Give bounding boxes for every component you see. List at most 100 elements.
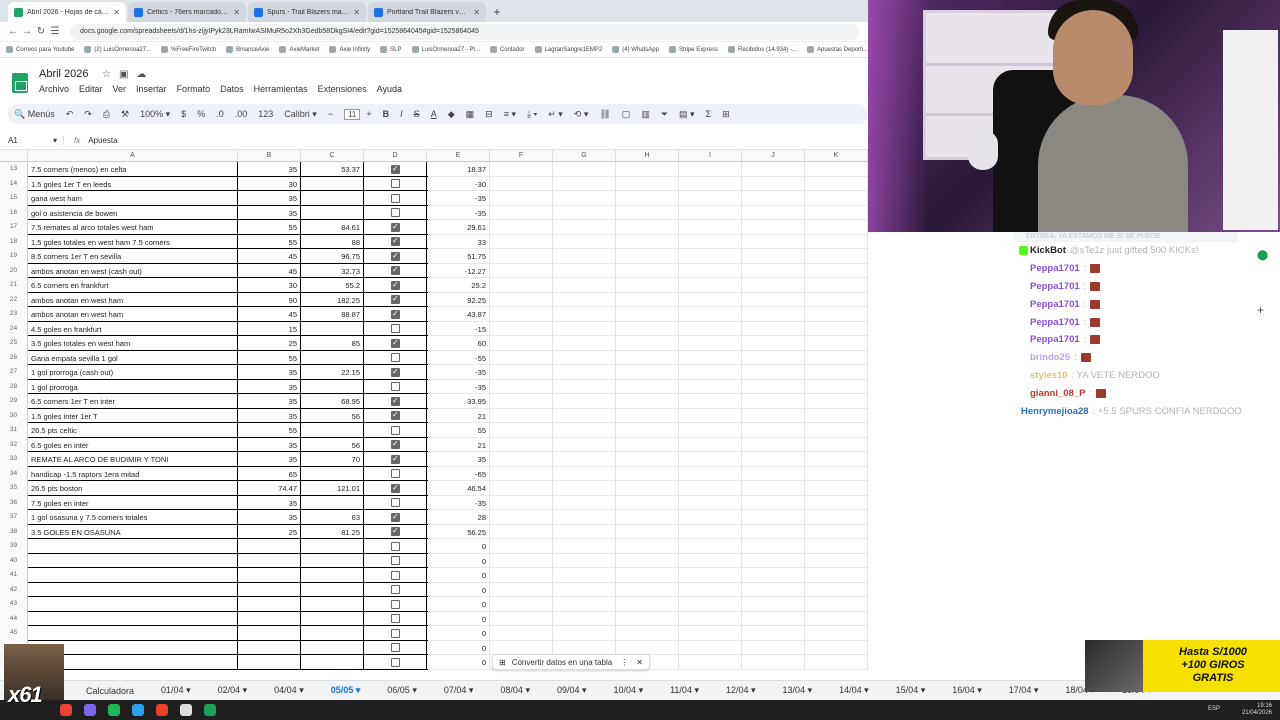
cell-stake[interactable]: 74.47: [238, 484, 301, 493]
bookmark-item[interactable]: Apuestas Deporti...: [807, 46, 868, 53]
paint-format-icon[interactable]: ⚒: [121, 109, 129, 120]
merge-cells-icon[interactable]: ⊟: [485, 109, 493, 120]
chevron-down-icon[interactable]: ▾: [749, 685, 756, 695]
cell-bet[interactable]: 7.5 goles en inter: [31, 499, 236, 508]
browser-tab[interactable]: Abril 2026 - Hojas de cálculo de ✕: [8, 2, 126, 22]
row-header[interactable]: 43: [0, 597, 28, 612]
cell-stake[interactable]: 35: [238, 412, 301, 421]
row-header[interactable]: 26: [0, 350, 28, 365]
cell-return[interactable]: 56: [301, 441, 364, 450]
checkbox[interactable]: [391, 294, 400, 304]
cell-profit[interactable]: -35: [427, 383, 490, 392]
checkbox[interactable]: [391, 469, 400, 478]
menu-item[interactable]: Ayuda: [377, 84, 402, 94]
cell-bet[interactable]: ambos anotan en west (cash out): [31, 267, 236, 276]
cell-stake[interactable]: 25: [238, 528, 301, 537]
wrap-icon[interactable]: ↵ ▾: [548, 109, 563, 120]
currency-format-button[interactable]: $: [181, 109, 186, 119]
cell-stake[interactable]: 35: [238, 368, 301, 377]
chevron-down-icon[interactable]: ▾: [692, 685, 699, 695]
cell-profit[interactable]: 28: [427, 513, 490, 522]
row-header[interactable]: 41: [0, 568, 28, 583]
fill-color-icon[interactable]: ◆: [448, 109, 455, 120]
star-icon[interactable]: ☆: [102, 69, 111, 80]
chart-icon[interactable]: ▥: [641, 109, 650, 120]
sheet-tab[interactable]: 14/04 ▾: [839, 685, 869, 696]
menu-item[interactable]: Extensiones: [318, 84, 367, 94]
sheet-tab[interactable]: 04/04 ▾: [274, 685, 304, 696]
font-size-input[interactable]: 11: [344, 108, 361, 120]
cell-return[interactable]: 84.61: [301, 223, 364, 232]
cell-bet[interactable]: gol o asistencia de bowen: [31, 209, 236, 218]
cell-profit[interactable]: 0: [427, 600, 490, 609]
name-box[interactable]: A1 ▾: [0, 136, 64, 145]
row-header[interactable]: 15: [0, 191, 28, 206]
row-header[interactable]: 28: [0, 379, 28, 394]
row-header[interactable]: 20: [0, 263, 28, 278]
cell-return[interactable]: 70: [301, 455, 364, 464]
cell-stake[interactable]: 30: [238, 180, 301, 189]
cell-bet[interactable]: ambos anotan en west ham: [31, 296, 236, 305]
close-icon[interactable]: ✕: [113, 8, 120, 17]
cell-profit[interactable]: 33: [427, 238, 490, 247]
checkbox[interactable]: [391, 599, 400, 609]
bookmark-item[interactable]: LagranSangre1EMP2: [534, 46, 602, 53]
cell-bet[interactable]: 1.5 goles inter 1er T: [31, 412, 236, 421]
sheet-tab[interactable]: 07/04 ▾: [444, 685, 474, 696]
row-header[interactable]: 33: [0, 452, 28, 467]
cell-profit[interactable]: 29.61: [427, 223, 490, 232]
cell-stake[interactable]: 55: [238, 238, 301, 247]
more-options-icon[interactable]: ⋮: [620, 658, 628, 667]
column-header[interactable]: A: [28, 150, 238, 162]
sheet-tab[interactable]: 13/04 ▾: [783, 685, 813, 696]
menu-item[interactable]: Editar: [79, 84, 103, 94]
row-header[interactable]: 18: [0, 234, 28, 249]
row-header[interactable]: 35: [0, 481, 28, 496]
menu-item[interactable]: Herramientas: [254, 84, 308, 94]
chat-username[interactable]: KickBot: [1030, 245, 1066, 256]
cell-bet[interactable]: Gana empata sevilla 1 gol: [31, 354, 236, 363]
column-header[interactable]: G: [553, 150, 616, 162]
sheet-tab[interactable]: 15/04 ▾: [896, 685, 926, 696]
sheets-logo-icon[interactable]: [12, 73, 28, 93]
checkbox[interactable]: [391, 193, 400, 203]
checkbox[interactable]: [391, 164, 400, 174]
cell-stake[interactable]: 35: [238, 397, 301, 406]
cell-profit[interactable]: 0: [427, 644, 490, 653]
cell-bet[interactable]: gana west ham: [31, 194, 236, 203]
sheet-tab[interactable]: 12/04 ▾: [726, 685, 756, 696]
bookmark-item[interactable]: Contador: [489, 46, 525, 53]
bookmark-item[interactable]: (2) LuisOrmenoa27...: [84, 46, 151, 53]
forward-icon[interactable]: →: [20, 26, 34, 37]
chat-username[interactable]: Peppa1701: [1030, 263, 1080, 274]
cell-profit[interactable]: 51.75: [427, 252, 490, 261]
cell-profit[interactable]: 18.37: [427, 165, 490, 174]
cell-profit[interactable]: 92.25: [427, 296, 490, 305]
cell-return[interactable]: 55.2: [301, 281, 364, 290]
chevron-down-icon[interactable]: ▾: [353, 685, 361, 695]
checkbox[interactable]: [391, 179, 400, 188]
chevron-down-icon[interactable]: ▾: [862, 685, 869, 695]
menu-item[interactable]: Archivo: [39, 84, 69, 94]
cell-bet[interactable]: handicap -1.5 raptors 1era mitad: [31, 470, 236, 479]
cell-bet[interactable]: 6.5 goles en inter: [31, 441, 236, 450]
font-select[interactable]: Calibri ▾: [284, 109, 317, 120]
row-header[interactable]: 37: [0, 510, 28, 525]
close-icon[interactable]: ✕: [636, 658, 643, 667]
close-icon[interactable]: ✕: [233, 8, 240, 17]
cell-bet[interactable]: REMATE AL ARCO DE BUDIMIR Y TONI: [31, 455, 236, 464]
checkbox[interactable]: [391, 585, 400, 594]
chat-username[interactable]: Peppa1701: [1030, 281, 1080, 292]
sheets-app-icon[interactable]: [204, 704, 216, 716]
browser-tab[interactable]: Spurs - Trail Blazers marcado ✕: [248, 2, 366, 22]
filter-icon[interactable]: ⏷: [661, 109, 668, 120]
cell-stake[interactable]: 90: [238, 296, 301, 305]
cell-profit[interactable]: -35: [427, 209, 490, 218]
checkbox[interactable]: [391, 251, 400, 261]
url-field[interactable]: docs.google.com/spreadsheets/d/1hs-zijyI…: [70, 23, 860, 40]
cell-stake[interactable]: 35: [238, 194, 301, 203]
cell-profit[interactable]: 0: [427, 586, 490, 595]
bookmark-item[interactable]: SLP: [380, 46, 402, 53]
cell-profit[interactable]: 0: [427, 658, 490, 667]
row-header[interactable]: 23: [0, 307, 28, 322]
